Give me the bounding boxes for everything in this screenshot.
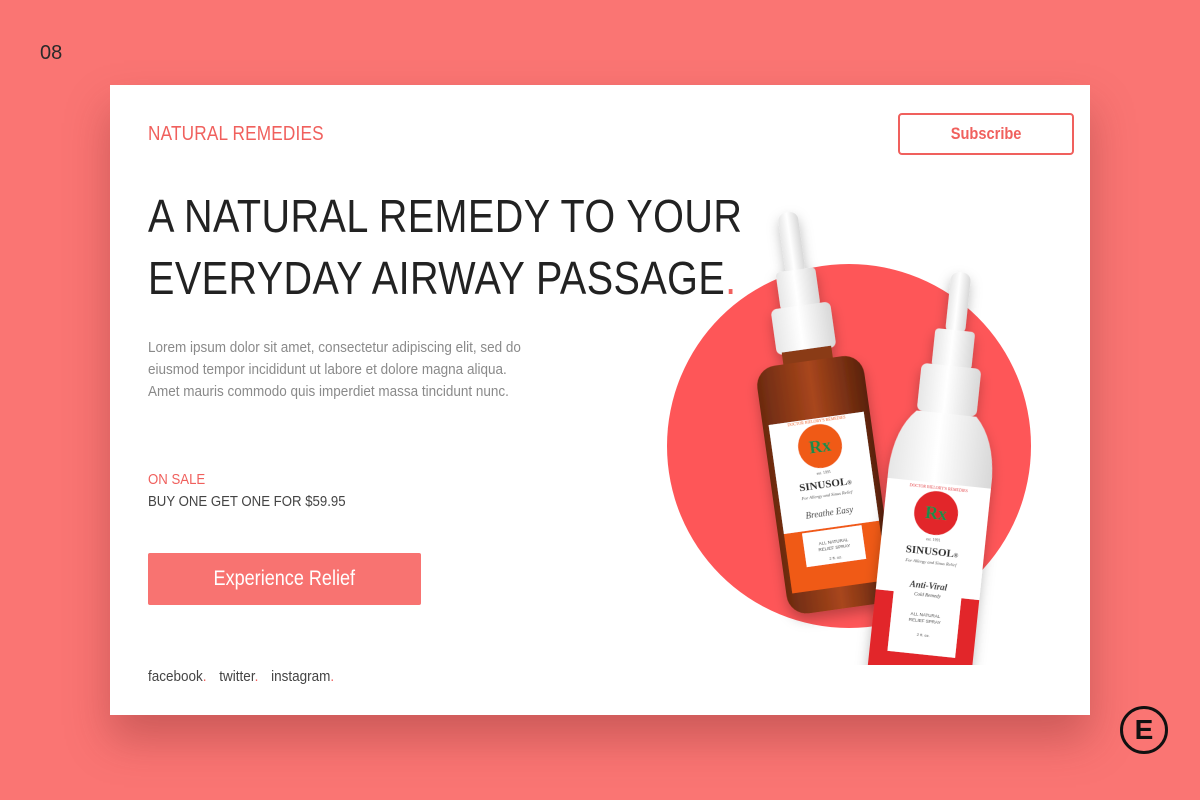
headline-line-1: A NATURAL REMEDY TO YOUR	[148, 190, 743, 242]
hero-card: NATURAL REMEDIES Subscribe A NATURAL REM…	[110, 85, 1090, 715]
instagram-link[interactable]: instagram.	[271, 668, 334, 685]
sale-label: ON SALE	[148, 471, 206, 488]
brand-logo-icon: E	[1120, 706, 1168, 754]
facebook-link[interactable]: facebook.	[148, 668, 207, 685]
rx-mark: Rx	[808, 435, 833, 458]
cta-label: Experience Relief	[213, 567, 356, 590]
headline: A NATURAL REMEDY TO YOUR EVERYDAY AIRWAY…	[148, 185, 743, 309]
body-copy: Lorem ipsum dolor sit amet, consectetur …	[148, 339, 521, 400]
social-links: facebook. twitter. instagram.	[148, 668, 343, 685]
headline-line-2: EVERYDAY AIRWAY PASSAGE	[148, 252, 726, 304]
experience-relief-button[interactable]: Experience Relief	[148, 553, 421, 605]
rx-mark: Rx	[924, 502, 948, 524]
product-illustration: Rx est. 1991 DOCTOR BIELORY'S REMEDIES S…	[667, 212, 1031, 665]
eyebrow-title: NATURAL REMEDIES	[148, 123, 324, 145]
subscribe-label: Subscribe	[950, 124, 1022, 143]
page-number: 08	[40, 42, 63, 64]
sale-text: BUY ONE GET ONE FOR $59.95	[148, 493, 346, 510]
subscribe-button[interactable]: Subscribe	[898, 113, 1074, 155]
twitter-link[interactable]: twitter.	[219, 668, 258, 685]
